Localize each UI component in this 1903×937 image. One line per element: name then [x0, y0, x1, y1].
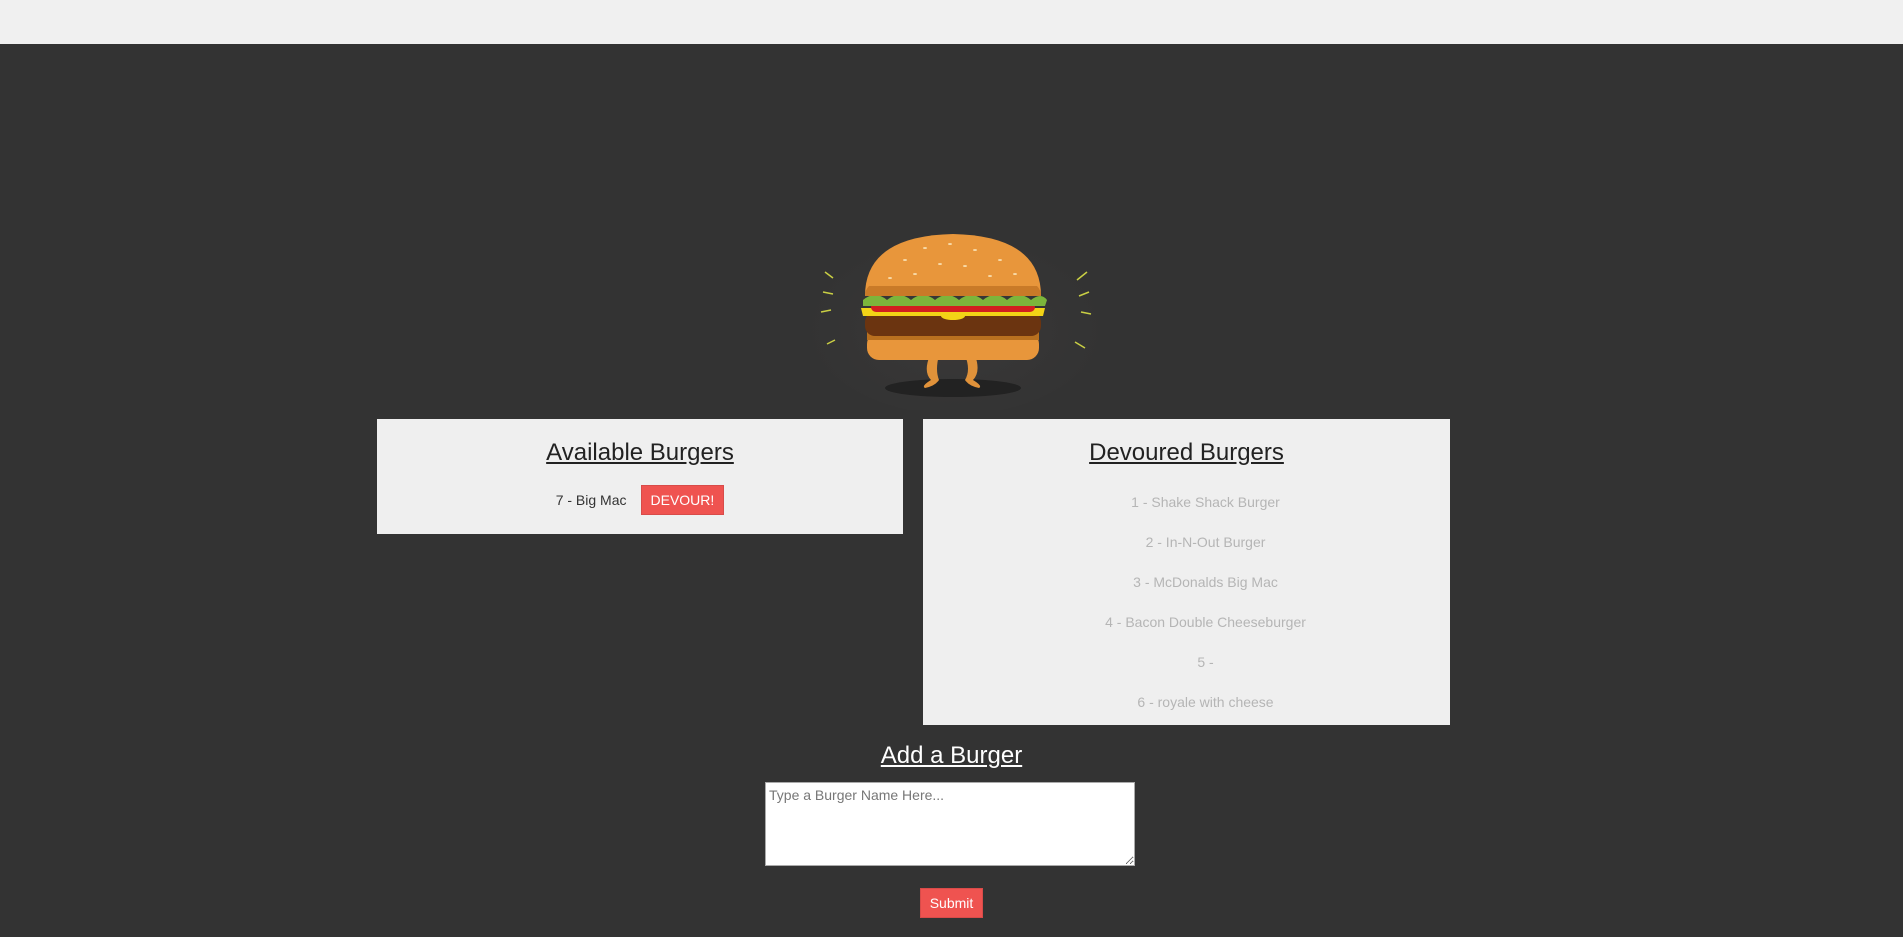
devoured-burgers-panel: Devoured Burgers 1 - Shake Shack Burger …: [923, 419, 1450, 725]
list-item: 1 - Shake Shack Burger: [1131, 493, 1280, 510]
top-bar: [0, 0, 1903, 44]
list-item: 4 - Bacon Double Cheeseburger: [1105, 613, 1306, 630]
burger-mascot-icon: [805, 220, 1105, 415]
devour-button[interactable]: DEVOUR!: [640, 484, 725, 515]
available-burgers-panel: Available Burgers 7 - Big Mac DEVOUR!: [377, 419, 903, 534]
list-item: 6 - royale with cheese: [1137, 693, 1274, 710]
available-burgers-title: Available Burgers: [546, 439, 734, 466]
burger-name-input[interactable]: [765, 782, 1135, 866]
list-item: 2 - In-N-Out Burger: [1145, 533, 1266, 550]
list-item: 3 - McDonalds Big Mac: [1133, 573, 1278, 590]
add-burger-title: Add a Burger: [880, 742, 1023, 769]
devoured-list: 1 - Shake Shack Burger 2 - In-N-Out Burg…: [923, 482, 1450, 722]
submit-button[interactable]: Submit: [920, 888, 983, 918]
list-item: 7 - Big Mac DEVOUR!: [377, 484, 903, 515]
burger-label: 7 - Big Mac: [555, 491, 627, 508]
devoured-burgers-title: Devoured Burgers: [1089, 439, 1284, 466]
list-item: 5 -: [1197, 653, 1214, 670]
